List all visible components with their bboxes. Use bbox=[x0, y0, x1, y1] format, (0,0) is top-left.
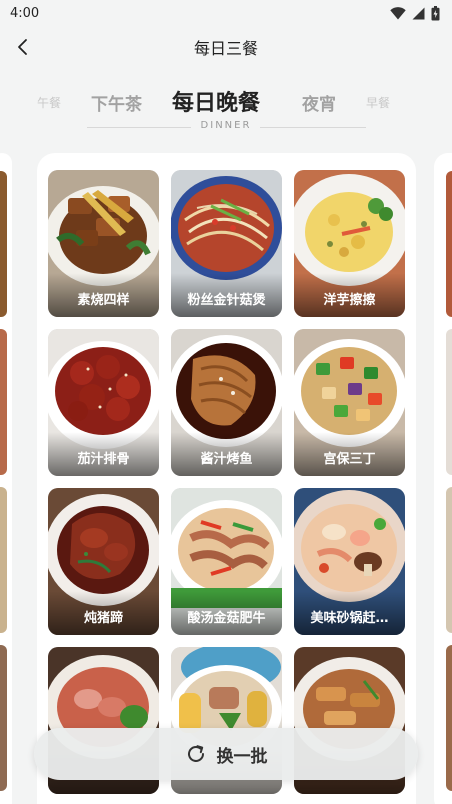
page-title: 每日三餐 bbox=[193, 39, 258, 58]
status-icons bbox=[390, 5, 440, 21]
refresh-icon bbox=[187, 745, 204, 762]
dish-card[interactable]: 炖猪蹄 bbox=[48, 488, 159, 635]
dish-card[interactable]: 美味砂锅赶… bbox=[294, 488, 405, 635]
chevron-left-icon bbox=[18, 39, 27, 55]
dish-name: 美味砂锅赶… bbox=[310, 611, 389, 626]
tab-lunch[interactable]: 午餐 bbox=[37, 94, 61, 111]
battery-icon bbox=[431, 5, 440, 20]
wifi-icon bbox=[390, 6, 406, 19]
dish-grid: 素烧四样 粉丝金针菇煲 洋芋擦擦 茄汁排骨 酱汁烤鱼 宫保三丁 炖猪蹄 酸汤金菇… bbox=[48, 170, 405, 794]
tab-breakfast[interactable]: 早餐 bbox=[366, 94, 390, 111]
dish-name: 粉丝金针菇煲 bbox=[187, 293, 266, 308]
dish-name: 酱汁烤鱼 bbox=[200, 452, 253, 467]
dish-card[interactable]: 酸汤金菇肥牛 bbox=[171, 488, 282, 635]
app-header: 每日三餐 bbox=[0, 26, 452, 68]
meal-tabs: 午餐 下午茶 每日晚餐 夜宵 早餐 bbox=[0, 84, 452, 124]
signal-icon bbox=[412, 7, 425, 19]
dish-card[interactable]: 洋芋擦擦 bbox=[294, 170, 405, 317]
status-time: 4:00 bbox=[10, 5, 40, 21]
tab-late-night-snack[interactable]: 夜宵 bbox=[302, 90, 336, 115]
status-bar: 4:00 bbox=[0, 0, 452, 26]
dish-name: 洋芋擦擦 bbox=[323, 293, 376, 308]
dish-name: 炖猪蹄 bbox=[83, 611, 123, 626]
dinner-card: 素烧四样 粉丝金针菇煲 洋芋擦擦 茄汁排骨 酱汁烤鱼 宫保三丁 炖猪蹄 酸汤金菇… bbox=[37, 153, 416, 804]
back-button[interactable] bbox=[10, 34, 36, 60]
next-meal-card[interactable] bbox=[434, 153, 452, 804]
tab-dinner[interactable]: 每日晚餐 bbox=[172, 85, 260, 117]
dish-card[interactable]: 粉丝金针菇煲 bbox=[171, 170, 282, 317]
dish-name: 素烧四样 bbox=[77, 293, 130, 308]
dish-card[interactable]: 素烧四样 bbox=[48, 170, 159, 317]
dish-name: 宫保三丁 bbox=[323, 452, 376, 467]
dish-card[interactable]: 酱汁烤鱼 bbox=[171, 329, 282, 476]
dish-card[interactable]: 茄汁排骨 bbox=[48, 329, 159, 476]
dish-card[interactable]: 宫保三丁 bbox=[294, 329, 405, 476]
meal-subtitle: DINNER bbox=[200, 120, 252, 131]
previous-meal-card[interactable] bbox=[0, 153, 12, 804]
dish-name: 茄汁排骨 bbox=[77, 452, 130, 467]
dish-name: 酸汤金菇肥牛 bbox=[187, 611, 266, 626]
refresh-label: 换一批 bbox=[216, 746, 268, 767]
refresh-button[interactable]: 换一批 bbox=[34, 728, 418, 780]
tab-afternoon-tea[interactable]: 下午茶 bbox=[91, 90, 142, 115]
